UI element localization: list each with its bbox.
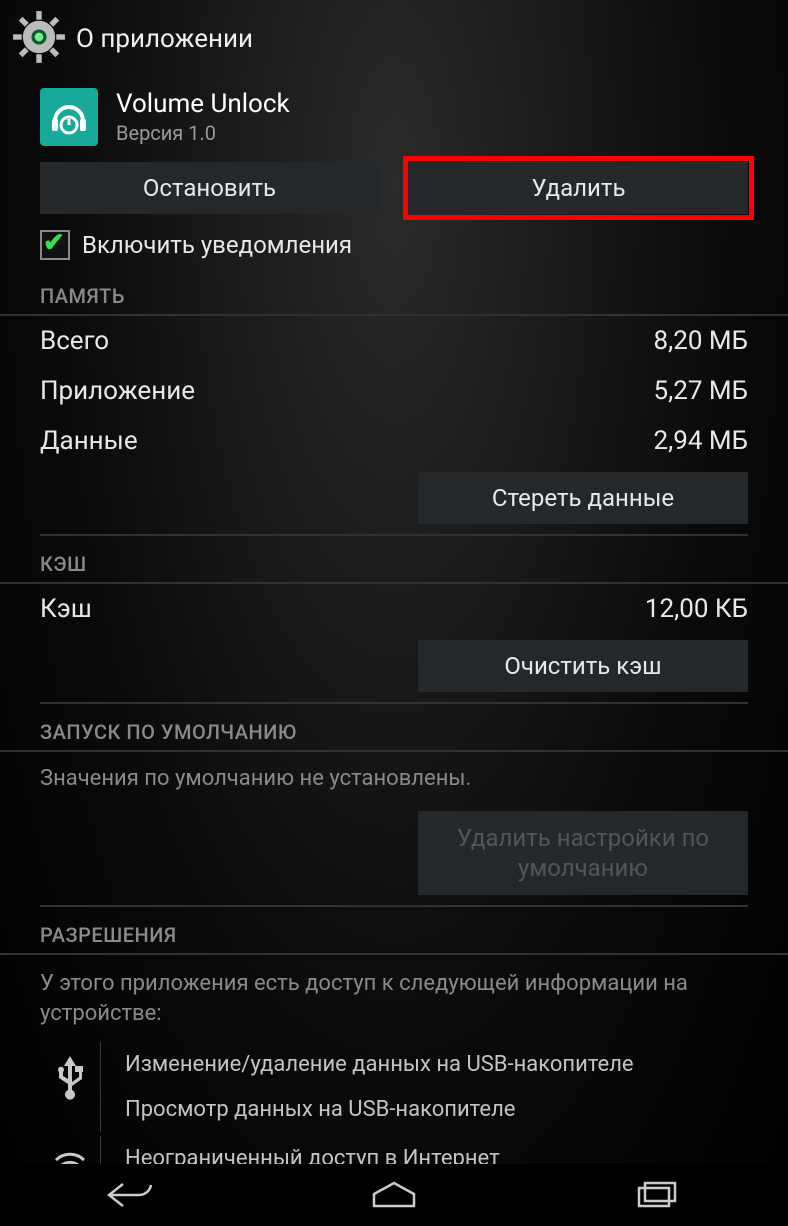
app-header: Volume Unlock Версия 1.0 [0,78,788,158]
storage-data-row: Данные 2,94 МБ [40,416,748,466]
settings-gear-icon [12,10,66,68]
permission-group-usb: Изменение/удаление данных на USB-накопит… [0,1038,788,1132]
storage-app-value: 5,27 МБ [654,376,749,406]
storage-data-value: 2,94 МБ [654,426,749,456]
storage-app-row: Приложение 5,27 МБ [40,366,748,416]
cache-label: Кэш [40,594,92,624]
app-icon [40,88,98,146]
notifications-checkbox-row[interactable]: ✔ Включить уведомления [0,222,788,268]
force-stop-button[interactable]: Остановить [40,162,379,214]
usb-icon [40,1042,100,1132]
storage-data-label: Данные [40,426,138,456]
storage-heading: ПАМЯТЬ [0,268,788,316]
app-name: Volume Unlock [116,89,290,119]
permissions-intro: У этого приложения есть доступ к следующ… [0,955,788,1038]
permission-internet: Неограниченный доступ в Интернет [125,1136,748,1164]
uninstall-button[interactable]: Удалить [409,162,748,214]
permissions-heading: РАЗРЕШЕНИЯ [0,907,788,955]
checkbox-checked-icon: ✔ [40,230,70,260]
page-title: О приложении [76,24,253,54]
cache-row: Кэш 12,00 КБ [40,584,748,634]
cache-heading: КЭШ [0,536,788,584]
notifications-label: Включить уведомления [82,231,352,259]
defaults-text: Значения по умолчанию не установлены. [0,752,788,805]
clear-data-button[interactable]: Стереть данные [418,472,748,524]
clear-defaults-button: Удалить настройки по умолчанию [418,811,748,895]
permission-group-network: Неограниченный доступ в Интернет [0,1132,788,1164]
permission-usb-modify: Изменение/удаление данных на USB-накопит… [125,1042,748,1087]
storage-total-label: Всего [40,326,109,356]
nav-back-button[interactable] [96,1175,166,1215]
storage-total-row: Всего 8,20 МБ [40,316,748,366]
action-bar: О приложении [0,0,788,78]
storage-app-label: Приложение [40,376,195,406]
nav-home-button[interactable] [359,1175,429,1215]
storage-total-value: 8,20 МБ [654,326,749,356]
cache-value: 12,00 КБ [645,594,748,624]
wifi-icon [40,1136,100,1164]
defaults-heading: ЗАПУСК ПО УМОЛЧАНИЮ [0,704,788,752]
clear-cache-button[interactable]: Очистить кэш [418,640,748,692]
app-version: Версия 1.0 [116,121,290,145]
permission-usb-read: Просмотр данных на USB-накопителе [125,1087,748,1132]
navigation-bar [0,1164,788,1226]
nav-recent-button[interactable] [622,1175,692,1215]
